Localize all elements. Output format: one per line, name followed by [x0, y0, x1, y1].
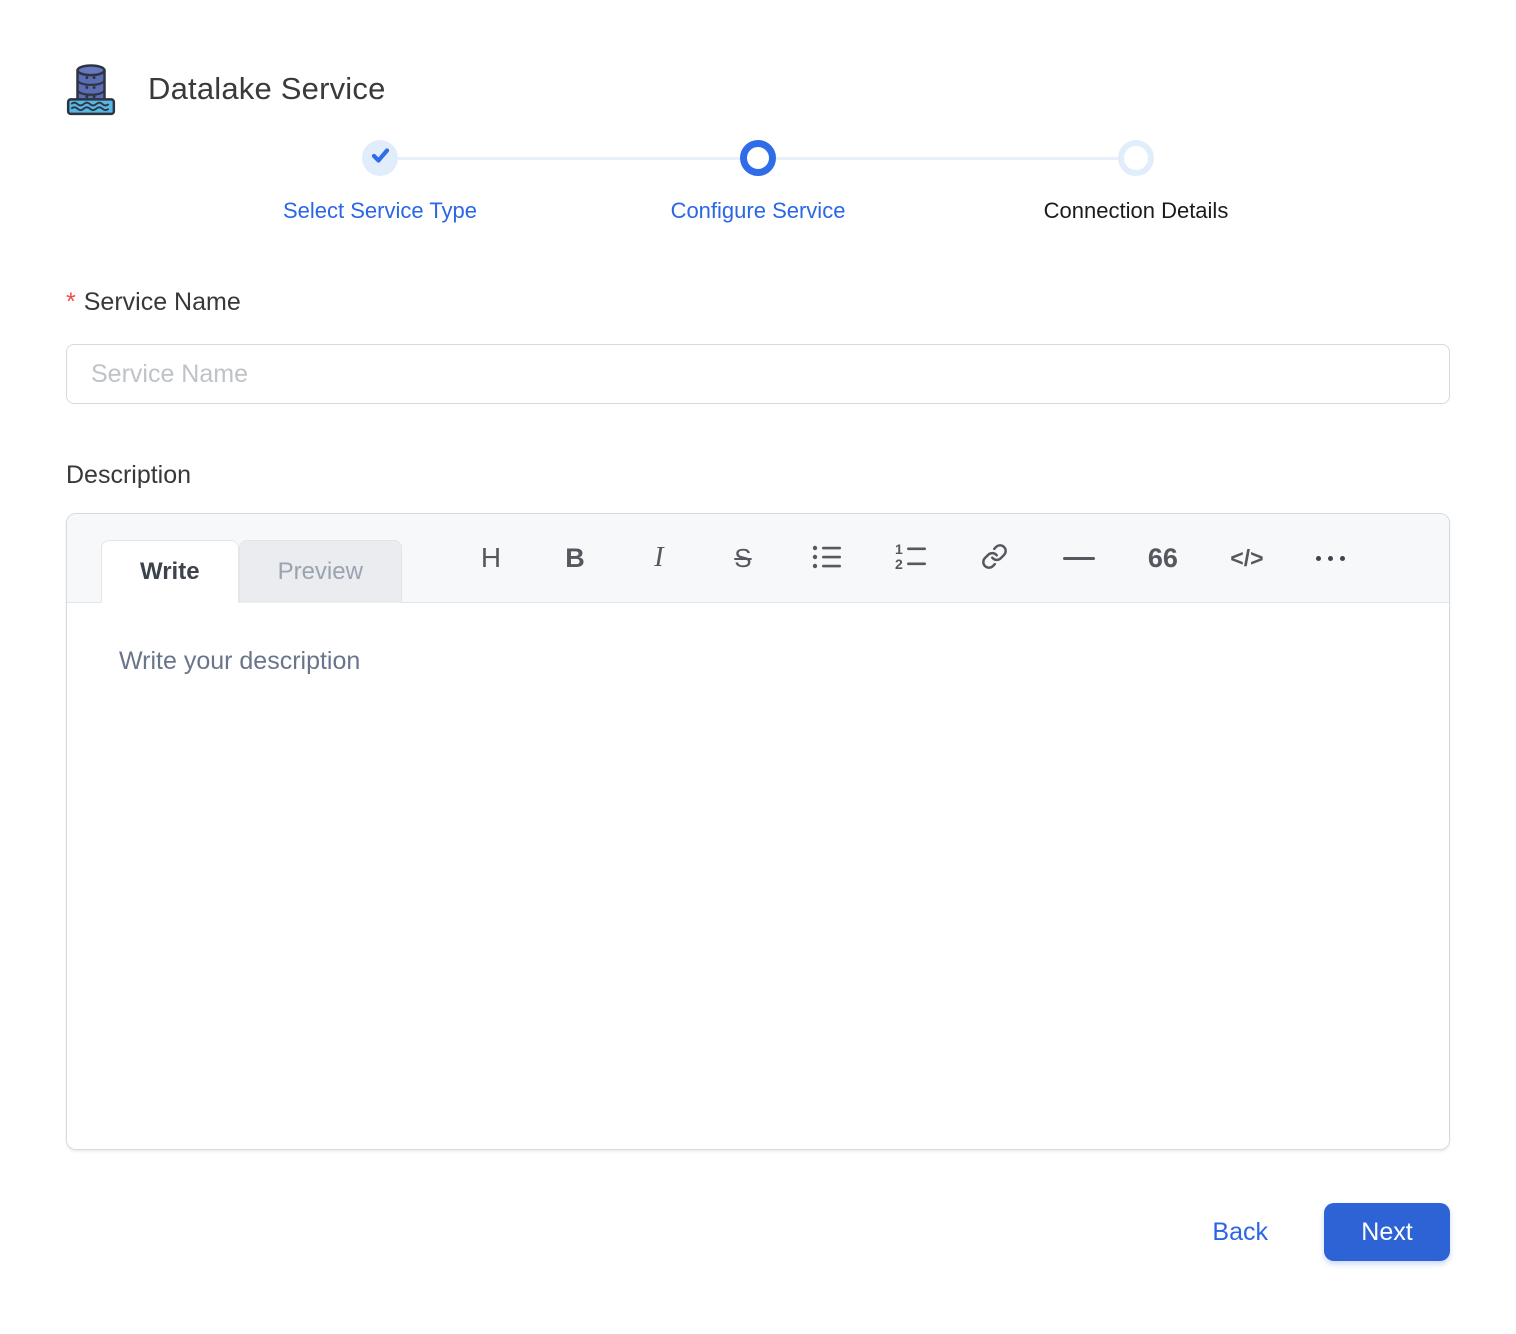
service-name-input[interactable]: [66, 344, 1450, 404]
more-options-icon: [1316, 555, 1346, 561]
ordered-list-button[interactable]: 1 2: [894, 536, 928, 580]
code-icon: </>: [1230, 544, 1264, 571]
tab-preview[interactable]: Preview: [238, 540, 402, 603]
step-label-select-service-type: Select Service Type: [282, 198, 478, 223]
tab-write[interactable]: Write: [101, 540, 239, 603]
bullet-list-button[interactable]: [810, 536, 844, 580]
horizontal-rule-icon: [1062, 556, 1095, 560]
step-connector: [776, 156, 1118, 160]
step-connector: [398, 156, 740, 160]
step-indicator-connection-details: [1118, 140, 1154, 176]
stepper-labels: Select Service Type Configure Service Co…: [191, 198, 1325, 224]
svg-text:2: 2: [895, 556, 903, 571]
editor-toolbar: H B I S 1 2 66 </>: [474, 514, 1348, 602]
description-editor: Write Preview H B I S 1 2 66 </> Write y…: [66, 513, 1450, 1150]
horizontal-rule-button[interactable]: [1062, 536, 1096, 580]
page-header: Datalake Service: [66, 0, 1450, 116]
back-button[interactable]: Back: [1202, 1212, 1278, 1253]
quote-icon: 66: [1147, 542, 1178, 573]
italic-icon: I: [654, 542, 664, 573]
editor-header: Write Preview H B I S 1 2 66 </>: [67, 514, 1449, 603]
ordered-list-icon: 1 2: [895, 541, 927, 574]
quote-button[interactable]: 66: [1146, 536, 1180, 580]
link-icon: [981, 543, 1008, 573]
link-button[interactable]: [978, 536, 1012, 580]
italic-button[interactable]: I: [642, 536, 676, 580]
bullet-list-icon: [812, 544, 842, 573]
wizard-content: Datalake Service Select Service Type Con…: [0, 0, 1516, 1261]
heading-icon: H: [480, 542, 502, 573]
description-label: Description: [66, 461, 192, 489]
step-indicator-select-service-type: [362, 140, 398, 176]
add-service-wizard-page: Datalake Service Select Service Type Con…: [0, 0, 1516, 1334]
stepper-track: [191, 140, 1325, 176]
heading-button[interactable]: H: [474, 536, 508, 580]
strikethrough-button[interactable]: S: [726, 536, 760, 580]
bold-icon: B: [565, 542, 585, 573]
check-icon: [371, 147, 390, 169]
svg-text:1: 1: [895, 543, 903, 557]
service-name-label: * Service Name: [66, 288, 1450, 317]
description-input-area[interactable]: Write your description: [67, 603, 1449, 1149]
required-marker: *: [66, 288, 76, 316]
description-placeholder: Write your description: [119, 647, 361, 675]
step-indicator-configure-service: [740, 140, 776, 176]
datalake-icon: [66, 62, 116, 116]
next-button[interactable]: Next: [1324, 1203, 1450, 1261]
service-name-label-text: Service Name: [83, 288, 241, 316]
wizard-footer: Back Next: [66, 1203, 1450, 1261]
page-title: Datalake Service: [148, 71, 386, 106]
wizard-stepper: Select Service Type Configure Service Co…: [191, 140, 1325, 224]
bold-button[interactable]: B: [558, 536, 592, 580]
step-label-configure-service: Configure Service: [670, 198, 846, 223]
editor-tabs: Write Preview: [101, 540, 402, 603]
strikethrough-icon: S: [734, 543, 752, 573]
step-label-connection-details: Connection Details: [1043, 198, 1229, 223]
more-options-button[interactable]: [1314, 536, 1348, 580]
code-button[interactable]: </>: [1230, 536, 1264, 580]
